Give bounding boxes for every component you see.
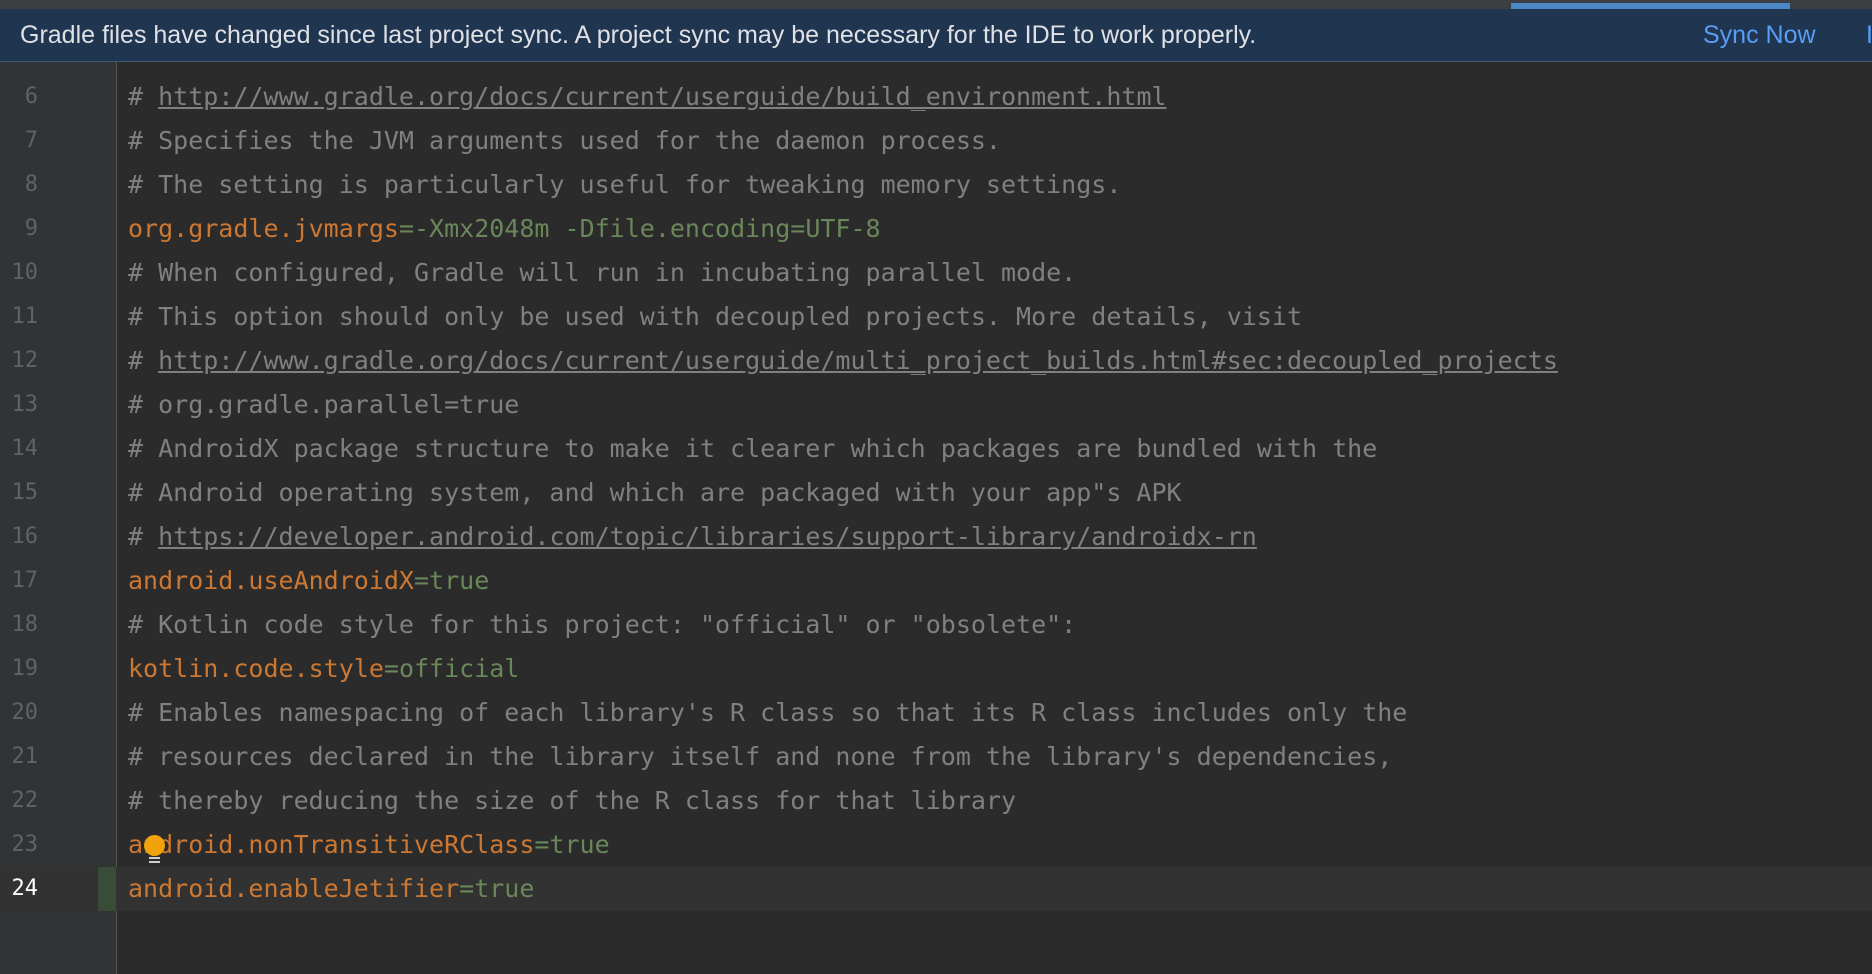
line-number: 12 — [11, 348, 39, 373]
property-value: true — [474, 874, 535, 903]
code-line[interactable]: 11 # This option should only be used with… — [0, 295, 1872, 339]
line-content[interactable]: # This option should only be used with d… — [128, 295, 1302, 339]
code-line[interactable]: 15 # Android operating system, and which … — [0, 471, 1872, 515]
comment-text: # resources declared in the library itse… — [128, 742, 1393, 771]
code-line[interactable]: 12 # http://www.gradle.org/docs/current/u… — [0, 339, 1872, 383]
gradle-sync-notification: Gradle files have changed since last pro… — [0, 9, 1872, 62]
comment-text: # The setting is particularly useful for… — [128, 170, 1122, 199]
code-line[interactable]: 16 # https://developer.android.com/topic/… — [0, 515, 1872, 559]
line-content[interactable]: # org.gradle.parallel=true — [128, 383, 519, 427]
property-key: android.nonTransitiveRClass — [128, 830, 535, 859]
line-content[interactable]: android.nonTransitiveRClass=true — [128, 823, 610, 867]
line-content[interactable]: # The setting is particularly useful for… — [128, 163, 1121, 207]
code-line[interactable]: 21 # resources declared in the library it… — [0, 735, 1872, 779]
property-value: true — [549, 830, 610, 859]
comment-prefix: # — [128, 522, 159, 551]
editor-tab-strip — [0, 0, 1872, 9]
line-number: 23 — [11, 832, 39, 857]
comment-text: # org.gradle.parallel=true — [128, 390, 520, 419]
code-line[interactable]: 8 # The setting is particularly useful fo… — [0, 163, 1872, 207]
line-content[interactable]: # Kotlin code style for this project: "o… — [128, 603, 1076, 647]
line-content[interactable]: # http://www.gradle.org/docs/current/use… — [128, 75, 1167, 119]
vcs-change-marker[interactable] — [98, 867, 116, 911]
line-content[interactable]: # https://developer.android.com/topic/li… — [128, 515, 1257, 559]
property-equals: = — [413, 566, 430, 595]
comment-url-link[interactable]: https://developer.android.com/topic/libr… — [158, 522, 1257, 551]
comment-text: # Kotlin code style for this project: "o… — [128, 610, 1077, 639]
line-number: 21 — [11, 744, 39, 769]
code-line[interactable]: 24 android.enableJetifier=true — [0, 867, 1872, 911]
line-number: 24 — [11, 876, 39, 901]
property-key: org.gradle.jvmargs — [128, 214, 399, 243]
code-line[interactable]: 18 # Kotlin code style for this project: … — [0, 603, 1872, 647]
comment-url-link[interactable]: http://www.gradle.org/docs/current/userg… — [158, 82, 1166, 111]
code-line[interactable]: 23 android.nonTransitiveRClass=true — [0, 823, 1872, 867]
code-line[interactable]: 14 # AndroidX package structure to make i… — [0, 427, 1872, 471]
line-number: 20 — [11, 700, 39, 725]
property-value: official — [398, 654, 520, 683]
line-content[interactable]: # http://www.gradle.org/docs/current/use… — [128, 339, 1558, 383]
line-content[interactable]: # Enables namespacing of each library's … — [128, 691, 1407, 735]
code-line[interactable]: 19 kotlin.code.style=official — [0, 647, 1872, 691]
line-number: 9 — [24, 216, 38, 241]
property-equals: = — [459, 874, 475, 903]
line-number: 6 — [24, 84, 38, 109]
line-number: 19 — [11, 656, 39, 681]
comment-text: # When configured, Gradle will run in in… — [128, 258, 1077, 287]
property-equals: = — [398, 214, 414, 243]
line-content[interactable]: # resources declared in the library itse… — [128, 735, 1392, 779]
line-number: 13 — [11, 392, 39, 417]
code-line[interactable]: 9 org.gradle.jvmargs=-Xmx2048m -Dfile.enc… — [0, 207, 1872, 251]
comment-url-link[interactable]: http://www.gradle.org/docs/current/userg… — [158, 346, 1558, 375]
property-equals: = — [534, 830, 550, 859]
line-number: 7 — [24, 128, 38, 153]
line-number: 11 — [11, 304, 39, 329]
comment-text: # This option should only be used with d… — [128, 302, 1302, 331]
notification-overflow-link[interactable]: I — [1866, 9, 1872, 62]
property-equals: = — [383, 654, 399, 683]
line-number: 18 — [11, 612, 39, 637]
code-line[interactable]: 20 # Enables namespacing of each library'… — [0, 691, 1872, 735]
comment-text: # Enables namespacing of each library's … — [128, 698, 1408, 727]
notification-message: Gradle files have changed since last pro… — [20, 21, 1257, 49]
line-content[interactable]: # Android operating system, and which ar… — [128, 471, 1182, 515]
line-number: 22 — [11, 788, 39, 813]
comment-prefix: # — [128, 346, 159, 375]
property-value: true — [429, 566, 490, 595]
line-content[interactable]: android.enableJetifier=true — [128, 867, 534, 911]
code-line[interactable]: 6 # http://www.gradle.org/docs/current/us… — [0, 75, 1872, 119]
line-content[interactable]: kotlin.code.style=official — [128, 647, 519, 691]
line-number: 10 — [11, 260, 39, 285]
line-number: 16 — [11, 524, 39, 549]
line-content[interactable]: # Specifies the JVM arguments used for t… — [128, 119, 1001, 163]
property-key: kotlin.code.style — [128, 654, 384, 683]
code-line[interactable]: 10 # When configured, Gradle will run in … — [0, 251, 1872, 295]
comment-text: # AndroidX package structure to make it … — [128, 434, 1378, 463]
code-line[interactable]: 17 android.useAndroidX=true — [0, 559, 1872, 603]
property-value: -Xmx2048m -Dfile.encoding=UTF-8 — [414, 214, 881, 243]
comment-text: # Specifies the JVM arguments used for t… — [128, 126, 1001, 155]
comment-text: # Android operating system, and which ar… — [128, 478, 1182, 507]
line-number: 14 — [11, 436, 39, 461]
sync-now-link[interactable]: Sync Now — [1703, 9, 1816, 62]
property-key: android.useAndroidX — [128, 566, 414, 595]
code-line[interactable]: 22 # thereby reducing the size of the R c… — [0, 779, 1872, 823]
line-content[interactable]: # thereby reducing the size of the R cla… — [128, 779, 1016, 823]
lightbulb-icon[interactable] — [144, 835, 165, 863]
line-content[interactable]: # AndroidX package structure to make it … — [128, 427, 1377, 471]
line-number: 8 — [24, 172, 38, 197]
line-number: 15 — [11, 480, 39, 505]
line-content[interactable]: android.useAndroidX=true — [128, 559, 489, 603]
comment-prefix: # — [128, 82, 159, 111]
line-number: 17 — [11, 568, 39, 593]
comment-text: # thereby reducing the size of the R cla… — [128, 786, 1017, 815]
line-content[interactable]: org.gradle.jvmargs=-Xmx2048m -Dfile.enco… — [128, 207, 881, 251]
code-line[interactable]: 13 # org.gradle.parallel=true — [0, 383, 1872, 427]
property-key: android.enableJetifier — [128, 874, 460, 903]
code-line[interactable]: 7 # Specifies the JVM arguments used for … — [0, 119, 1872, 163]
line-content[interactable]: # When configured, Gradle will run in in… — [128, 251, 1076, 295]
